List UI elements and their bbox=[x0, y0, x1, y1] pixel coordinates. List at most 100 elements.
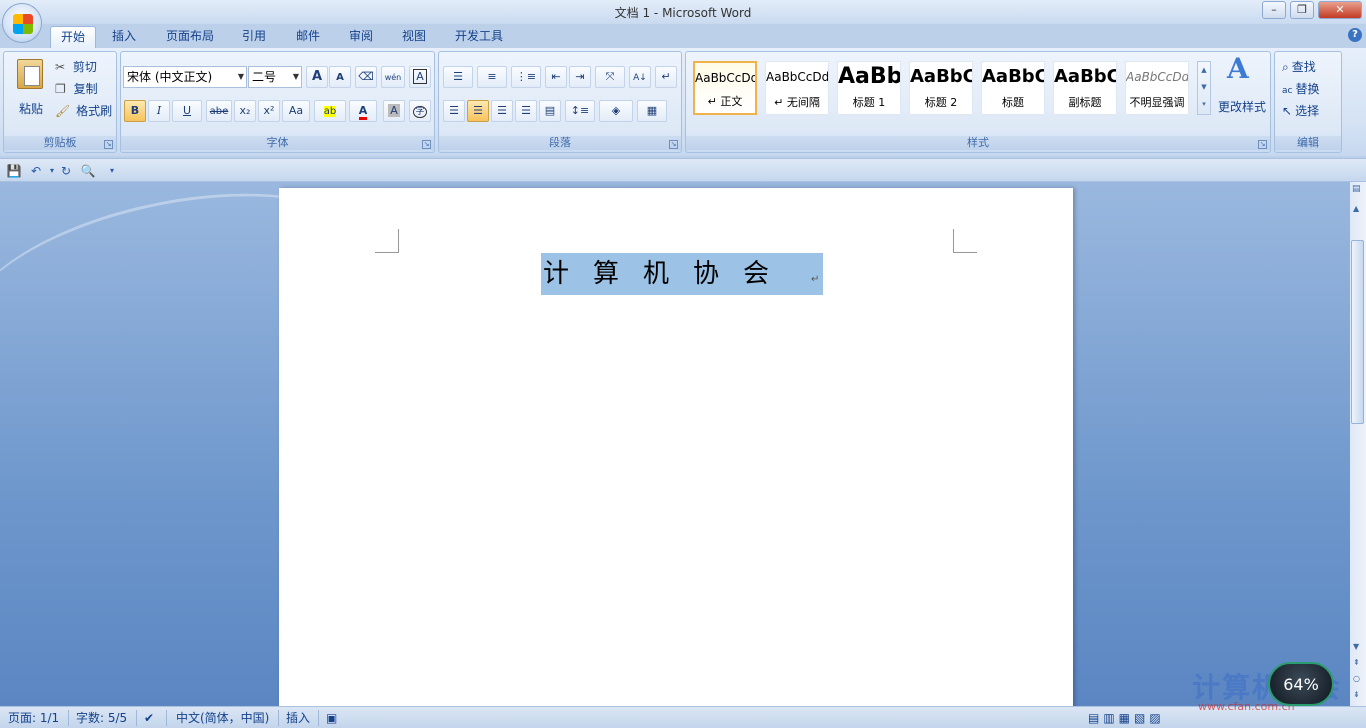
style-name: ↵ 正文 bbox=[707, 95, 743, 108]
numbered-list-icon: ≡ bbox=[487, 70, 497, 83]
borders-button[interactable]: ▦ bbox=[637, 100, 667, 122]
previous-page-icon[interactable]: ⇞ bbox=[1353, 658, 1360, 667]
enclose-char-button[interactable]: 字 bbox=[409, 100, 431, 122]
bullet-list-icon: ☰ bbox=[453, 70, 463, 83]
superscript-button[interactable]: x² bbox=[258, 100, 280, 122]
distributed-button[interactable]: ▤ bbox=[539, 100, 561, 122]
language-indicator[interactable]: 中文(简体，中国) bbox=[176, 710, 269, 726]
tab-home[interactable]: 开始 bbox=[50, 26, 96, 48]
copy-label: 复制 bbox=[73, 82, 98, 96]
shrink-font-button[interactable]: A bbox=[329, 66, 351, 88]
tab-insert[interactable]: 插入 bbox=[104, 26, 144, 48]
align-left-button[interactable]: ☰ bbox=[443, 100, 465, 122]
copy-button[interactable]: ❐ 复制 bbox=[54, 78, 114, 100]
change-case-button[interactable]: Aa bbox=[282, 100, 310, 122]
select-button[interactable]: ↖ 选择 bbox=[1281, 100, 1339, 122]
help-icon[interactable]: ? bbox=[1348, 28, 1362, 42]
minimize-button[interactable]: – bbox=[1262, 1, 1286, 19]
browse-object-icon[interactable]: ○ bbox=[1353, 674, 1360, 683]
decrease-indent-button[interactable]: ⇤ bbox=[545, 66, 567, 88]
align-center-button[interactable]: ☰ bbox=[467, 100, 489, 122]
style-heading-2[interactable]: AaBbC 标题 2 bbox=[909, 61, 973, 115]
print-preview-icon[interactable]: 🔍 bbox=[80, 163, 96, 179]
style-normal[interactable]: AaBbCcDd ↵ 正文 bbox=[693, 61, 757, 115]
undo-icon[interactable]: ↶ bbox=[28, 163, 44, 179]
justify-button[interactable]: ☰ bbox=[515, 100, 537, 122]
change-styles-button[interactable]: A 更改样式 bbox=[1214, 55, 1268, 128]
align-right-button[interactable]: ☰ bbox=[491, 100, 513, 122]
select-label: 选择 bbox=[1295, 104, 1320, 118]
multilevel-list-button[interactable]: ⋮≡ bbox=[511, 66, 541, 88]
style-sample: AaBbCcDd bbox=[695, 71, 757, 85]
highlight-button[interactable]: ab bbox=[314, 100, 346, 122]
font-launcher-icon[interactable]: ↘ bbox=[422, 140, 431, 149]
char-border-button[interactable]: A bbox=[409, 66, 431, 88]
macro-record-icon[interactable]: ▣ bbox=[326, 710, 337, 726]
document-text[interactable]: 计算机协会 bbox=[541, 256, 823, 292]
view-buttons[interactable]: ▤▥▦▧▨ bbox=[1088, 710, 1165, 726]
paste-button[interactable]: 粘贴 bbox=[10, 56, 50, 120]
font-size-select[interactable]: 二号 ▼ bbox=[248, 66, 302, 88]
style-heading-1[interactable]: AaBb 标题 1 bbox=[837, 61, 901, 115]
format-painter-button[interactable]: 🖌 格式刷 bbox=[54, 100, 116, 122]
numbering-button[interactable]: ≡ bbox=[477, 66, 507, 88]
tab-review[interactable]: 审阅 bbox=[341, 26, 381, 48]
scroll-thumb[interactable] bbox=[1351, 240, 1364, 424]
show-marks-button[interactable]: ↵ bbox=[655, 66, 677, 88]
replace-button[interactable]: ac 替换 bbox=[1281, 78, 1339, 100]
clipboard-launcher-icon[interactable]: ↘ bbox=[104, 140, 113, 149]
style-subtitle[interactable]: AaBbC 副标题 bbox=[1053, 61, 1117, 115]
italic-button[interactable]: I bbox=[148, 100, 170, 122]
customize-qat-icon[interactable]: ▾ bbox=[104, 163, 120, 179]
document-page[interactable]: 计算机协会 ↵ bbox=[279, 188, 1073, 708]
scroll-down-icon[interactable]: ▼ bbox=[1198, 79, 1210, 96]
close-button[interactable]: ✕ bbox=[1318, 1, 1362, 19]
maximize-button[interactable]: ❐ bbox=[1290, 1, 1314, 19]
scroll-up-icon[interactable]: ▲ bbox=[1198, 62, 1210, 79]
subscript-button[interactable]: x₂ bbox=[234, 100, 256, 122]
clear-format-button[interactable]: ⌫ bbox=[355, 66, 377, 88]
save-icon[interactable]: 💾 bbox=[6, 163, 22, 179]
tab-developer[interactable]: 开发工具 bbox=[446, 26, 512, 48]
office-button[interactable] bbox=[2, 3, 42, 43]
increase-indent-button[interactable]: ⇥ bbox=[569, 66, 591, 88]
bold-button[interactable]: B bbox=[124, 100, 146, 122]
tab-page-layout[interactable]: 页面布局 bbox=[156, 26, 224, 48]
proofing-icon[interactable]: ✔ bbox=[144, 710, 154, 726]
font-color-button[interactable]: A bbox=[349, 100, 377, 122]
sort-button[interactable]: A↓ bbox=[629, 66, 651, 88]
page-count[interactable]: 页面: 1/1 bbox=[8, 710, 59, 726]
char-shading-button[interactable]: A bbox=[383, 100, 405, 122]
tab-mailings[interactable]: 邮件 bbox=[288, 26, 328, 48]
style-subtle-emphasis[interactable]: AaBbCcDd 不明显强调 bbox=[1125, 61, 1189, 115]
find-button[interactable]: ⌕ 查找 bbox=[1281, 56, 1339, 78]
bullets-button[interactable]: ☰ bbox=[443, 66, 473, 88]
scroll-down-icon[interactable]: ▼ bbox=[1353, 642, 1359, 651]
phonetic-guide-button[interactable]: wén bbox=[381, 66, 405, 88]
paragraph-launcher-icon[interactable]: ↘ bbox=[669, 140, 678, 149]
cut-label: 剪切 bbox=[72, 60, 97, 74]
next-page-icon[interactable]: ⇟ bbox=[1353, 690, 1360, 699]
style-title[interactable]: AaBbC 标题 bbox=[981, 61, 1045, 115]
tab-view[interactable]: 视图 bbox=[394, 26, 434, 48]
insert-mode[interactable]: 插入 bbox=[286, 710, 310, 726]
redo-icon[interactable]: ↻ bbox=[58, 163, 74, 179]
chinese-layout-button[interactable]: ⤧ bbox=[595, 66, 625, 88]
tab-references[interactable]: 引用 bbox=[234, 26, 274, 48]
ruler-toggle-icon[interactable]: ▤ bbox=[1352, 184, 1361, 194]
line-spacing-button[interactable]: ↕≡ bbox=[565, 100, 595, 122]
style-name: 标题 bbox=[1002, 96, 1024, 109]
clipboard-icon bbox=[17, 59, 43, 89]
font-name-select[interactable]: 宋体 (中文正文) ▼ bbox=[123, 66, 247, 88]
styles-launcher-icon[interactable]: ↘ bbox=[1258, 140, 1267, 149]
scroll-up-icon[interactable]: ▲ bbox=[1353, 204, 1359, 213]
style-no-spacing[interactable]: AaBbCcDd ↵ 无间隔 bbox=[765, 61, 829, 115]
styles-scroll[interactable]: ▲ ▼ ▾ bbox=[1197, 61, 1211, 115]
word-count[interactable]: 字数: 5/5 bbox=[76, 710, 127, 726]
more-styles-icon[interactable]: ▾ bbox=[1198, 96, 1210, 113]
shading-button[interactable]: ◈ bbox=[599, 100, 633, 122]
strikethrough-button[interactable]: abe bbox=[206, 100, 232, 122]
cut-button[interactable]: ✂ 剪切 bbox=[54, 56, 114, 78]
underline-button[interactable]: U bbox=[172, 100, 202, 122]
grow-font-button[interactable]: A bbox=[306, 66, 328, 88]
